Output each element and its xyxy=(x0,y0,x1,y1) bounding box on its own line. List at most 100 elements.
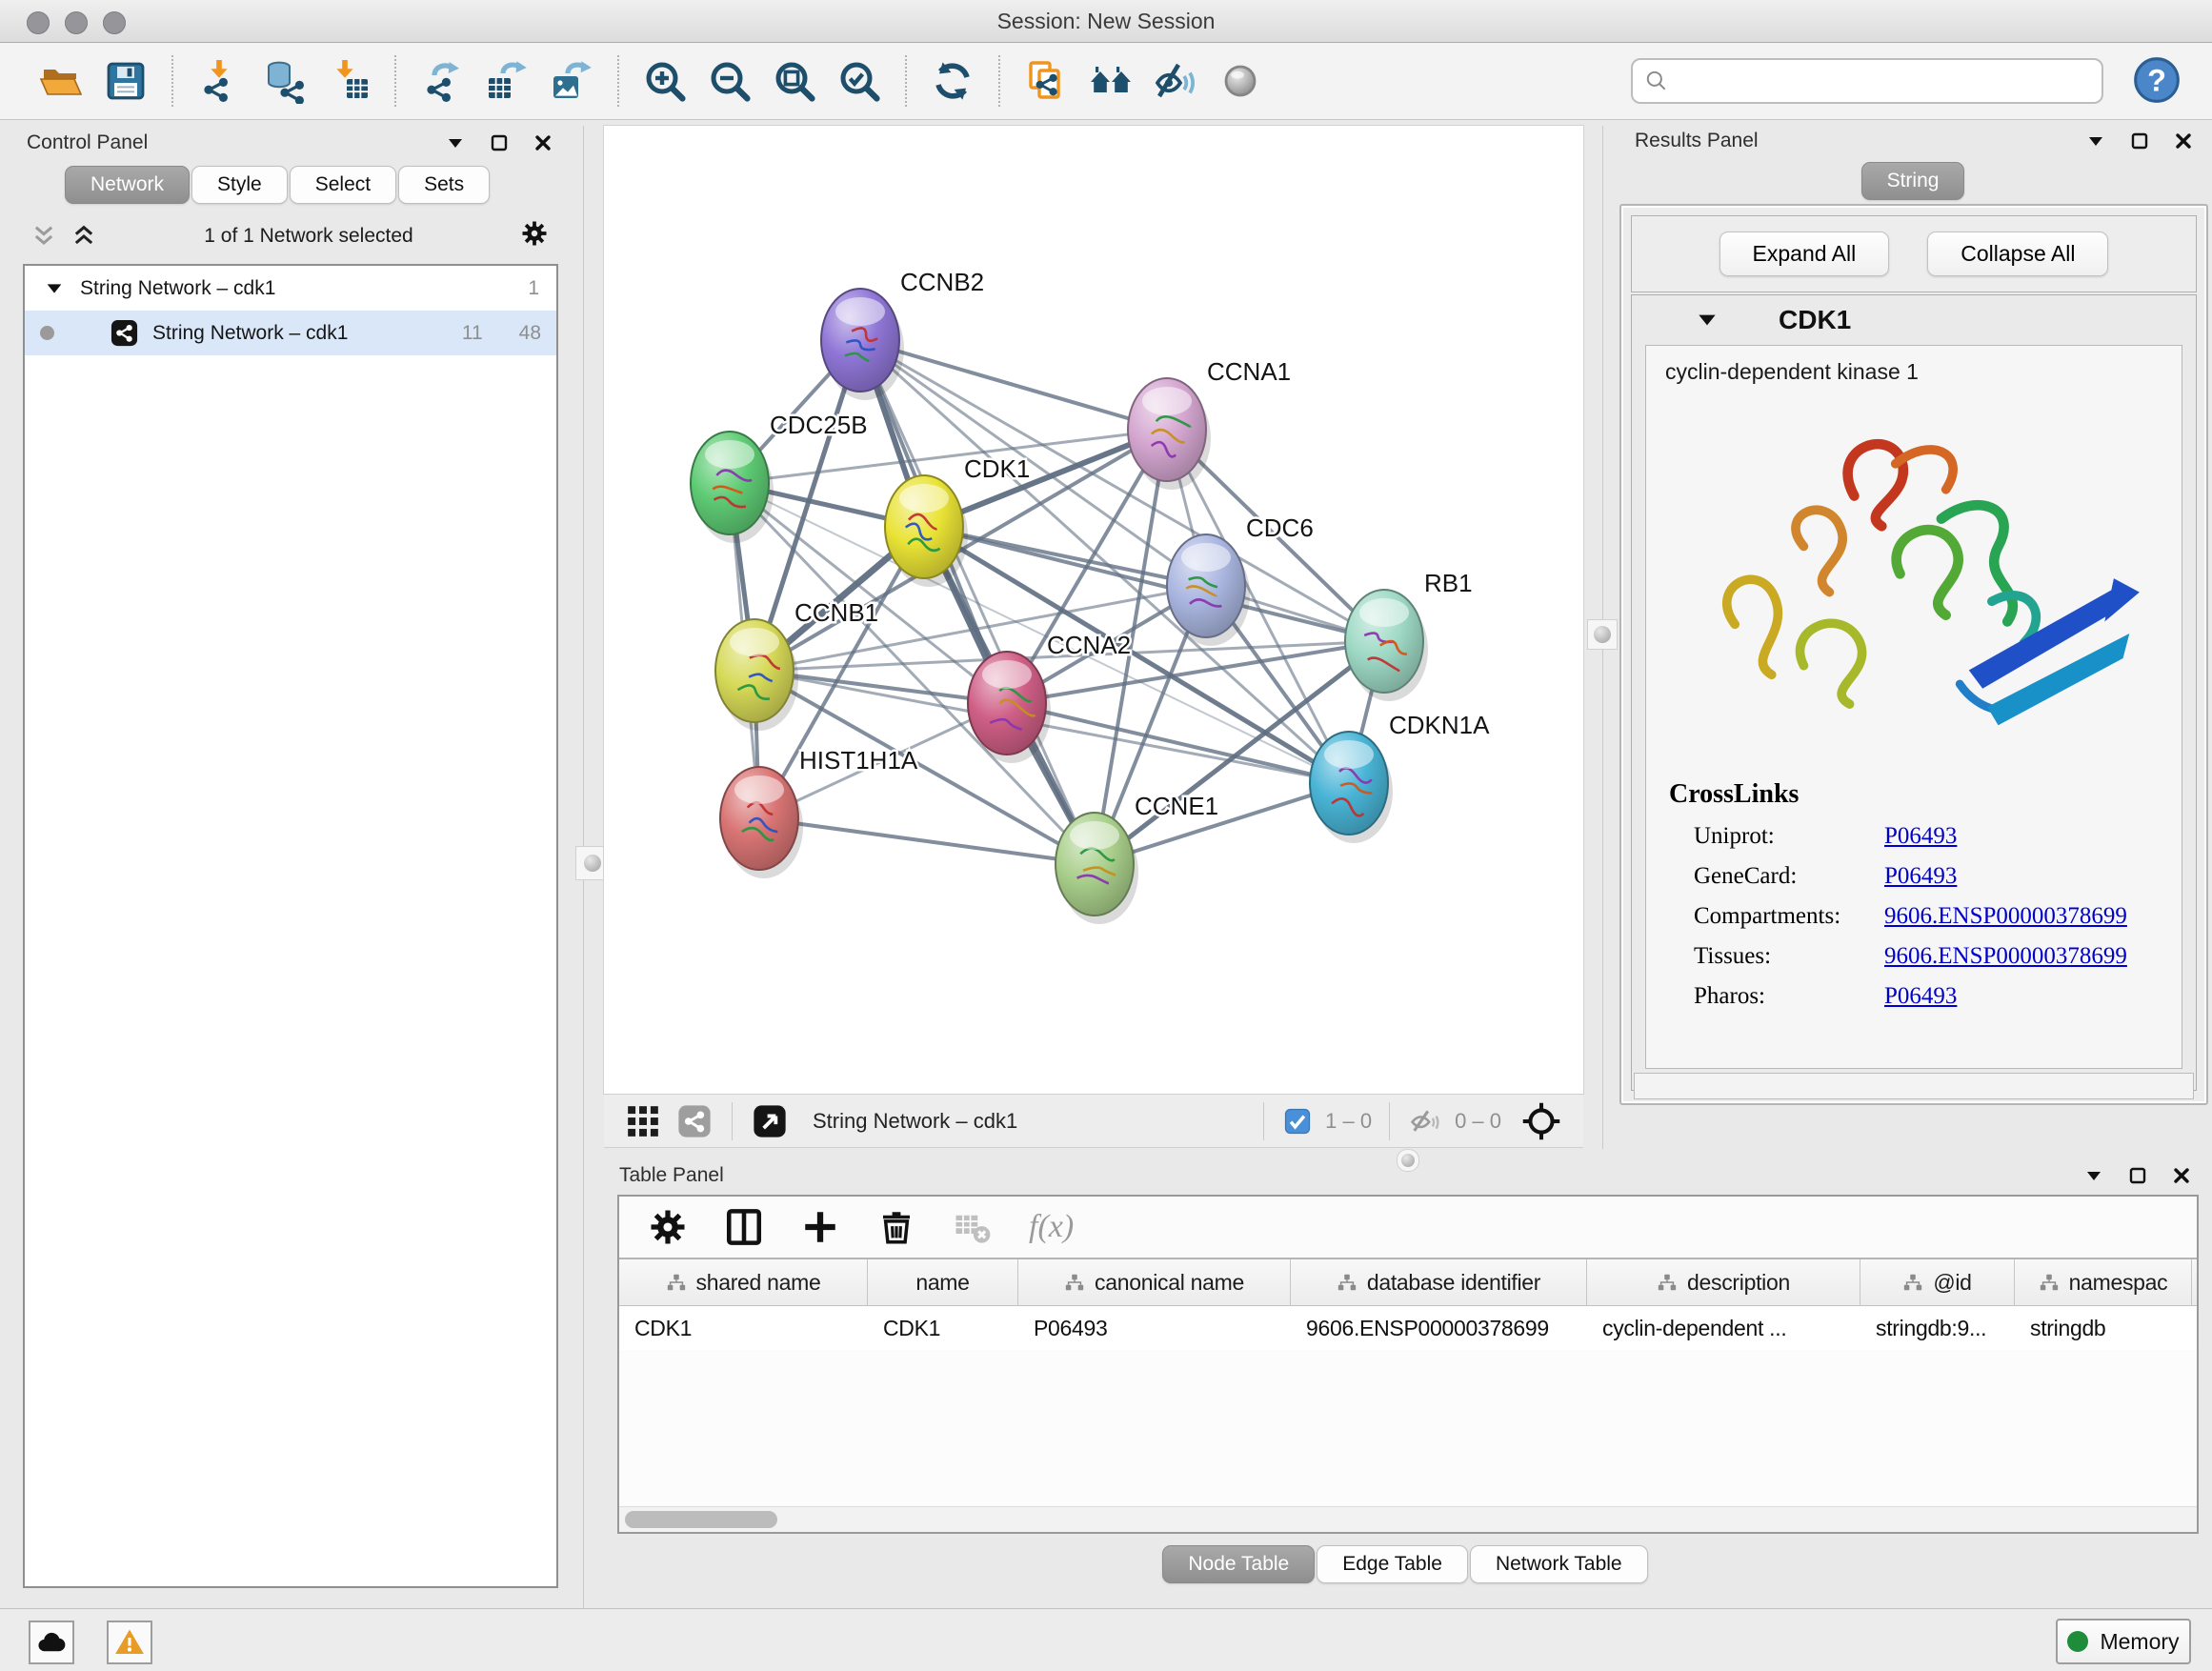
network-node-ccne1[interactable]: CCNE1 xyxy=(1056,792,1218,924)
table-settings-gear-icon[interactable] xyxy=(648,1207,688,1247)
warning-status-button[interactable] xyxy=(107,1621,152,1664)
search-box[interactable] xyxy=(1631,58,2103,104)
memory-button[interactable]: Memory xyxy=(2056,1619,2191,1664)
tab-edge-table[interactable]: Edge Table xyxy=(1317,1545,1468,1583)
expand-all-button[interactable]: Expand All xyxy=(1719,232,1890,276)
network-node-rb1[interactable]: RB1 xyxy=(1345,569,1473,701)
column-header-description[interactable]: description xyxy=(1587,1259,1860,1305)
table-cell[interactable]: P06493 xyxy=(1018,1306,1291,1350)
table-cell[interactable]: CDK1 xyxy=(619,1306,868,1350)
open-in-window-icon[interactable] xyxy=(752,1103,788,1139)
table-panel-float-icon[interactable] xyxy=(2126,1164,2149,1187)
import-network-database-button[interactable] xyxy=(255,52,312,110)
zoom-fit-button[interactable] xyxy=(766,52,823,110)
table-cell[interactable]: 9606.ENSP00000378699 xyxy=(1291,1306,1587,1350)
grid-mode-icon[interactable] xyxy=(625,1103,661,1139)
results-panel-close-icon[interactable] xyxy=(2172,130,2195,152)
table-cell[interactable]: cyclin-dependent ... xyxy=(1587,1306,1860,1350)
tab-node-table[interactable]: Node Table xyxy=(1162,1545,1315,1583)
hidden-eye-icon[interactable] xyxy=(1409,1105,1441,1137)
table-cell[interactable]: CDK1 xyxy=(868,1306,1018,1350)
help-button[interactable]: ? xyxy=(2130,54,2183,108)
function-builder-icon[interactable]: f(x) xyxy=(1029,1209,1074,1245)
hide-selected-button[interactable] xyxy=(1147,52,1204,110)
delete-column-icon[interactable] xyxy=(876,1207,916,1247)
node-table-box: f(x) shared namenamecanonical namedataba… xyxy=(617,1195,2199,1534)
add-column-icon[interactable] xyxy=(800,1207,840,1247)
column-header-shared-name[interactable]: shared name xyxy=(619,1259,868,1305)
control-panel-collapse-icon[interactable] xyxy=(444,131,467,154)
tab-string[interactable]: String xyxy=(1861,162,1965,200)
network-collection-row[interactable]: String Network – cdk11 xyxy=(25,266,556,311)
import-table-button[interactable] xyxy=(320,52,377,110)
zoom-out-button[interactable] xyxy=(701,52,758,110)
collapse-all-button[interactable]: Collapse All xyxy=(1927,232,2108,276)
tab-network[interactable]: Network xyxy=(65,166,190,204)
cloud-status-button[interactable] xyxy=(29,1621,74,1664)
save-session-button[interactable] xyxy=(97,52,154,110)
column-header-database-identifier[interactable]: database identifier xyxy=(1291,1259,1587,1305)
network-edge[interactable] xyxy=(924,527,1384,641)
column-header--id[interactable]: @id xyxy=(1860,1259,2015,1305)
string-network[interactable]: CCNB2CCNA1CDC25BCDK1CDC6RB1CCNB1CCNA2CDK… xyxy=(604,126,1583,1094)
network-node-cdc6[interactable]: CDC6 xyxy=(1167,513,1314,646)
table-panel-collapse-icon[interactable] xyxy=(2082,1164,2105,1187)
show-all-button[interactable] xyxy=(1212,52,1269,110)
column-header-canonical-name[interactable]: canonical name xyxy=(1018,1259,1291,1305)
network-node-ccnb1[interactable]: CCNB1 xyxy=(715,598,878,731)
results-panel-collapse-icon[interactable] xyxy=(2084,130,2107,152)
control-panel-close-icon[interactable] xyxy=(532,131,554,154)
network-canvas[interactable]: CCNB2CCNA1CDC25BCDK1CDC6RB1CCNB1CCNA2CDK… xyxy=(604,126,1583,1094)
birds-eye-view-icon[interactable] xyxy=(1520,1100,1562,1142)
tab-network-table[interactable]: Network Table xyxy=(1470,1545,1648,1583)
network-edge[interactable] xyxy=(759,818,1095,864)
table-cell[interactable]: stringdb xyxy=(2015,1306,2192,1350)
network-options-gear-icon[interactable] xyxy=(520,219,549,252)
delete-table-icon[interactable] xyxy=(953,1207,993,1247)
export-table-button[interactable] xyxy=(478,52,535,110)
zoom-selected-button[interactable] xyxy=(831,52,888,110)
crosslink-link[interactable]: P06493 xyxy=(1884,983,1957,1010)
collapse-all-icon[interactable] xyxy=(30,223,57,250)
network-row-selected[interactable]: String Network – cdk11148 xyxy=(25,311,556,355)
scrollbar-thumb[interactable] xyxy=(625,1511,777,1528)
expand-all-icon[interactable] xyxy=(70,223,97,250)
search-input[interactable] xyxy=(1679,68,2090,94)
table-cell[interactable]: stringdb:9... xyxy=(1860,1306,2015,1350)
crosslink-link[interactable]: 9606.ENSP00000378699 xyxy=(1884,903,2127,930)
protein-section-header[interactable]: CDK1 xyxy=(1632,295,2196,345)
new-network-from-selection-button[interactable] xyxy=(1017,52,1075,110)
import-network-button[interactable] xyxy=(191,52,248,110)
crosslink-link[interactable]: P06493 xyxy=(1884,863,1957,890)
crosslink-link[interactable]: P06493 xyxy=(1884,823,1957,850)
save-session-icon xyxy=(103,58,149,104)
control-panel-float-icon[interactable] xyxy=(488,131,511,154)
network-edge[interactable] xyxy=(860,340,1167,430)
open-file-button[interactable] xyxy=(32,52,90,110)
crosslink-link[interactable]: 9606.ENSP00000378699 xyxy=(1884,943,2127,970)
tree-caret-icon[interactable] xyxy=(44,278,65,299)
string-view-icon[interactable] xyxy=(676,1103,713,1139)
table-panel-close-icon[interactable] xyxy=(2170,1164,2193,1187)
show-columns-icon[interactable] xyxy=(724,1207,764,1247)
column-header-name[interactable]: name xyxy=(868,1259,1018,1305)
right-splitter-handle[interactable] xyxy=(1587,619,1618,650)
network-node-hist1h1a[interactable]: HIST1H1A xyxy=(720,746,918,878)
refresh-button[interactable] xyxy=(924,52,981,110)
table-row[interactable]: CDK1CDK1P064939606.ENSP00000378699cyclin… xyxy=(619,1306,2197,1350)
selected-checkbox-icon[interactable] xyxy=(1283,1107,1312,1136)
tab-select[interactable]: Select xyxy=(290,166,396,204)
zoom-in-button[interactable] xyxy=(636,52,694,110)
export-network-button[interactable] xyxy=(413,52,471,110)
first-neighbors-button[interactable] xyxy=(1082,52,1139,110)
table-horizontal-scrollbar[interactable] xyxy=(619,1506,2197,1532)
results-panel-float-icon[interactable] xyxy=(2128,130,2151,152)
column-header-namespac[interactable]: namespac xyxy=(2015,1259,2192,1305)
current-network-dot xyxy=(40,326,54,340)
tab-sets[interactable]: Sets xyxy=(398,166,490,204)
export-image-button[interactable] xyxy=(543,52,600,110)
tab-style[interactable]: Style xyxy=(191,166,288,204)
edge-count: 48 xyxy=(519,322,541,345)
table-toolbar: f(x) xyxy=(619,1197,2197,1258)
network-node-cdkn1a[interactable]: CDKN1A xyxy=(1310,711,1490,843)
